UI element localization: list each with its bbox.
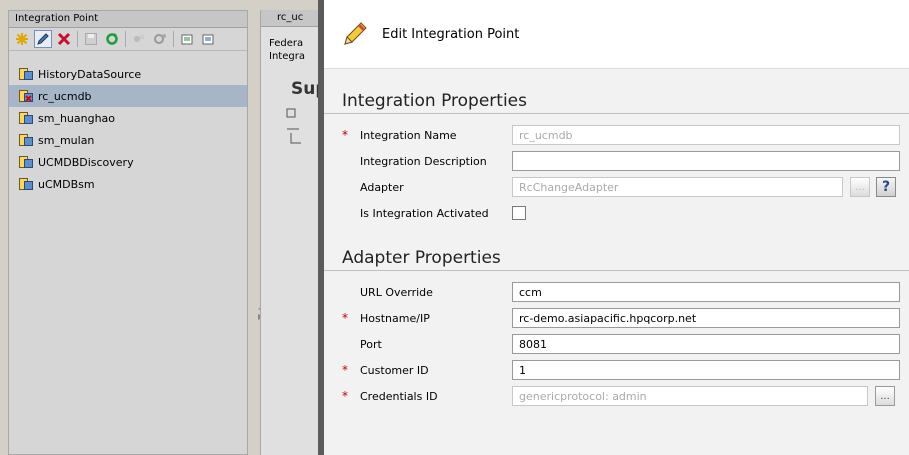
dialog-header: Edit Integration Point xyxy=(324,0,909,69)
details-panel: rc_uc Federa Integra Sup xyxy=(260,10,320,455)
adapter-row: Adapter ... ? xyxy=(324,174,909,200)
customer-id-label: Customer ID xyxy=(360,363,429,377)
tree-item-sm-huanghao[interactable]: sm_huanghao xyxy=(9,107,247,129)
adapter-properties-heading: Adapter Properties xyxy=(324,248,909,271)
details-heading: Sup xyxy=(291,79,320,99)
toolbar-divider xyxy=(125,31,126,47)
adapter-field[interactable] xyxy=(512,177,843,197)
details-line: Integra xyxy=(269,51,305,62)
credentials-id-field[interactable] xyxy=(512,386,868,406)
integration-description-label: Integration Description xyxy=(360,154,487,168)
dialog-title: Edit Integration Point xyxy=(382,26,520,42)
integration-point-icon xyxy=(19,134,33,146)
tree-item-label: sm_mulan xyxy=(38,133,95,147)
integration-point-error-icon xyxy=(19,90,33,102)
url-override-row: URL Override xyxy=(324,279,909,305)
edit-icon[interactable] xyxy=(34,30,52,48)
integration-name-row: * Integration Name xyxy=(324,122,909,148)
integration-name-label: Integration Name xyxy=(360,128,457,142)
url-override-label: URL Override xyxy=(360,285,433,299)
hostname-row: * Hostname/IP xyxy=(324,305,909,331)
export-icon[interactable] xyxy=(178,30,196,48)
integration-point-icon xyxy=(19,178,33,190)
details-line: Federa xyxy=(269,38,304,49)
credentials-id-label: Credentials ID xyxy=(360,389,438,403)
integration-description-row: Integration Description xyxy=(324,148,909,174)
new-icon[interactable] xyxy=(13,30,31,48)
tree-item-ucmdbdiscovery[interactable]: UCMDBDiscovery xyxy=(9,151,247,173)
details-description: Federa Integra xyxy=(261,27,320,63)
details-tree-icon xyxy=(261,99,320,150)
integration-point-icon xyxy=(19,112,33,124)
dialog-body: Integration Properties * Integration Nam… xyxy=(324,69,909,455)
panel-title: Integration Point xyxy=(9,11,247,28)
tree-item-label: sm_huanghao xyxy=(38,111,116,125)
adapter-label: Adapter xyxy=(360,180,404,194)
deactivate-icon[interactable] xyxy=(151,30,169,48)
tree-item-ucmdbsm[interactable]: uCMDBsm xyxy=(9,173,247,195)
refresh-icon[interactable] xyxy=(103,30,121,48)
required-marker: * xyxy=(342,389,348,403)
port-label: Port xyxy=(360,337,382,351)
hostname-label: Hostname/IP xyxy=(360,311,430,325)
integration-point-icon xyxy=(19,68,33,80)
integration-activated-label: Is Integration Activated xyxy=(360,206,489,220)
integration-toolbar xyxy=(9,28,247,51)
details-tab[interactable]: rc_uc xyxy=(261,10,320,27)
import-icon[interactable] xyxy=(199,30,217,48)
required-marker: * xyxy=(342,363,348,377)
tree-item-label: uCMDBsm xyxy=(38,177,95,191)
integration-tree: HistoryDataSource rc_ucmdb sm_huanghao s… xyxy=(9,51,247,195)
customer-id-row: * Customer ID xyxy=(324,357,909,383)
port-field[interactable] xyxy=(512,334,900,354)
help-icon[interactable]: ? xyxy=(876,177,896,197)
edit-integration-point-dialog: Edit Integration Point Integration Prope… xyxy=(318,0,909,455)
customer-id-field[interactable] xyxy=(512,360,900,380)
integration-description-field[interactable] xyxy=(512,151,900,171)
integration-name-field[interactable] xyxy=(512,125,900,145)
integration-activated-checkbox[interactable] xyxy=(512,206,526,220)
hostname-field[interactable] xyxy=(512,308,900,328)
tree-item-rc-ucmdb[interactable]: rc_ucmdb xyxy=(9,85,247,107)
url-override-field[interactable] xyxy=(512,282,900,302)
tree-item-sm-mulan[interactable]: sm_mulan xyxy=(9,129,247,151)
tree-item-label: rc_ucmdb xyxy=(38,89,92,103)
required-marker: * xyxy=(342,311,348,325)
toolbar-divider xyxy=(173,31,174,47)
tree-item-label: HistoryDataSource xyxy=(38,67,142,81)
save-icon[interactable] xyxy=(82,30,100,48)
port-row: Port xyxy=(324,331,909,357)
credentials-id-row: * Credentials ID ... xyxy=(324,383,909,409)
integration-point-panel: Integration Point HistoryDataSource rc_u… xyxy=(8,10,248,455)
integration-properties-heading: Integration Properties xyxy=(324,91,909,114)
tree-item-label: UCMDBDiscovery xyxy=(38,155,134,169)
adapter-browse-button[interactable]: ... xyxy=(850,177,870,197)
tree-item-historydatasource[interactable]: HistoryDataSource xyxy=(9,63,247,85)
activate-icon[interactable] xyxy=(130,30,148,48)
integration-activated-row: Is Integration Activated xyxy=(324,200,909,226)
credentials-browse-button[interactable]: ... xyxy=(875,386,895,406)
toolbar-divider xyxy=(77,31,78,47)
delete-icon[interactable] xyxy=(55,30,73,48)
pencil-icon xyxy=(344,22,367,45)
integration-point-icon xyxy=(19,156,33,168)
required-marker: * xyxy=(342,128,348,142)
